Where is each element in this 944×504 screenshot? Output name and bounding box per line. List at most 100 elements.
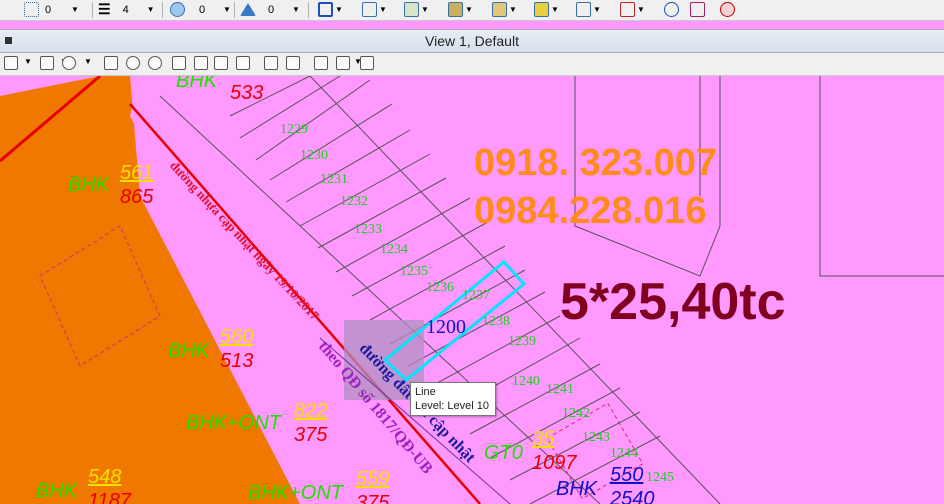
move-button[interactable]	[690, 1, 705, 18]
parcel-number: 1240	[512, 374, 540, 389]
image-button[interactable]: ▼	[448, 1, 473, 18]
phone-number-1: 0918. 323.007	[474, 142, 718, 184]
view-title: View 1, Default	[425, 33, 519, 49]
delete-button[interactable]	[720, 1, 735, 18]
chevron-down-icon[interactable]: ▼	[379, 5, 387, 14]
analyze-icon	[620, 2, 635, 17]
land-area: 822	[294, 400, 328, 422]
land-code: BHK	[68, 174, 110, 196]
measure-button[interactable]: ▼	[576, 1, 601, 18]
parcel-number: 1238	[482, 314, 510, 329]
parcel-number: 1237	[462, 288, 490, 303]
view-toolbar: ▼ ▼ ▼ ▼	[0, 53, 944, 76]
line-weight-value: 4	[122, 3, 129, 16]
layers-icon	[534, 2, 549, 17]
parcel-line	[317, 177, 447, 249]
land-number: 375	[294, 424, 328, 446]
zoom-out-icon[interactable]	[148, 56, 162, 70]
land-area: 560	[220, 326, 254, 348]
parcel-number: 1235	[400, 264, 428, 279]
selected-parcel-number: 1200	[426, 316, 466, 338]
line-style-control[interactable]: 0 ▼	[24, 1, 79, 18]
database-icon	[492, 2, 507, 17]
line-style-value: 0	[45, 3, 52, 16]
land-label: BHK 560 513	[168, 326, 253, 372]
land-label: BHK 561 865	[68, 162, 153, 208]
phone-number-2: 0984.228.016	[474, 190, 707, 232]
parcel-number: 1234	[380, 242, 408, 257]
map-canvas[interactable]: 0918. 323.007 0984.228.016 5*25,40tc 122…	[0, 76, 944, 504]
land-label: BHK+ONT 559 375	[248, 468, 389, 504]
image-icon	[448, 2, 463, 17]
copy-button[interactable]: ▼	[362, 1, 387, 18]
chevron-down-icon[interactable]: ▼	[509, 5, 517, 14]
copy-icon	[362, 2, 377, 17]
chevron-down-icon[interactable]: ▼	[593, 5, 601, 14]
move-icon	[690, 2, 705, 17]
chevron-down-icon[interactable]: ▼	[147, 5, 155, 14]
land-label: BHK 533	[176, 76, 263, 104]
land-number: 375	[356, 492, 390, 504]
chevron-down-icon[interactable]: ▼	[421, 5, 429, 14]
transparency-control[interactable]: 0 ▼	[170, 1, 231, 18]
view-attributes-icon[interactable]	[4, 56, 18, 70]
land-label: GT0 35 1097	[484, 428, 577, 474]
dimension-label: 5*25,40tc	[560, 273, 786, 331]
parcel-number: 1241	[546, 382, 574, 397]
land-number: 533	[230, 82, 264, 104]
line-style-icon	[24, 2, 39, 17]
chevron-down-icon[interactable]: ▼	[292, 5, 300, 14]
chevron-down-icon[interactable]: ▼	[551, 5, 559, 14]
copy-view-icon[interactable]	[314, 56, 328, 70]
zoom-in-icon[interactable]	[126, 56, 140, 70]
fit-view-icon[interactable]	[194, 56, 208, 70]
database-button[interactable]: ▼	[492, 1, 517, 18]
view-next-icon[interactable]	[286, 56, 300, 70]
parcel-number: 1236	[426, 280, 454, 295]
land-code: BHK	[36, 480, 78, 502]
camera-icon[interactable]	[360, 56, 374, 70]
parcel-number: 1230	[300, 148, 328, 163]
chevron-down-icon[interactable]: ▼	[637, 5, 645, 14]
view-previous-icon[interactable]	[264, 56, 278, 70]
parcel-number: 1231	[320, 172, 348, 187]
priority-control[interactable]: 0 ▼	[240, 1, 300, 18]
sun-icon[interactable]	[62, 56, 76, 70]
chevron-down-icon[interactable]: ▼	[223, 5, 231, 14]
parcel-outline	[819, 76, 944, 277]
parcel-number: 1239	[508, 334, 536, 349]
chevron-down-icon[interactable]: ▼	[71, 5, 79, 14]
land-area: 559	[356, 468, 390, 490]
parcel-number: 1244	[610, 446, 638, 461]
update-view-icon[interactable]	[104, 56, 118, 70]
window-area-icon[interactable]	[172, 56, 186, 70]
info-button[interactable]	[664, 1, 679, 18]
view-title-bar: View 1, Default	[0, 29, 944, 53]
chevron-down-icon[interactable]: ▼	[84, 57, 92, 66]
grid-icon	[404, 2, 419, 17]
display-style-icon[interactable]	[40, 56, 54, 70]
rotate-view-icon[interactable]	[214, 56, 228, 70]
pan-view-icon[interactable]	[236, 56, 250, 70]
land-number: 1187	[88, 490, 132, 504]
chevron-down-icon[interactable]: ▼	[465, 5, 473, 14]
grid-button[interactable]: ▼	[404, 1, 429, 18]
land-area: 35	[532, 428, 555, 450]
chevron-down-icon[interactable]: ▼	[335, 5, 343, 14]
layers-button[interactable]: ▼	[534, 1, 559, 18]
tooltip-type: Line	[415, 386, 436, 398]
land-code: BHK	[168, 340, 210, 362]
chevron-down-icon[interactable]: ▼	[24, 57, 32, 66]
line-weight-control[interactable]: ☰ 4 ▼	[98, 1, 154, 18]
transparency-value: 0	[199, 3, 206, 16]
top-toolbar: 0 ▼ ☰ 4 ▼ 0 ▼ 0 ▼ ▼ ▼ ▼ ▼ ▼ ▼ ▼ ▼	[0, 0, 944, 21]
land-code: GT0	[484, 442, 523, 464]
land-code: BHK	[176, 76, 218, 92]
land-number: 2540	[610, 488, 655, 504]
land-area: 550	[610, 464, 644, 486]
clip-volume-icon[interactable]	[336, 56, 350, 70]
parcel-line	[299, 153, 431, 227]
land-code: BHK	[556, 478, 598, 500]
analyze-button[interactable]: ▼	[620, 1, 645, 18]
select-element-button[interactable]: ▼	[318, 1, 343, 18]
